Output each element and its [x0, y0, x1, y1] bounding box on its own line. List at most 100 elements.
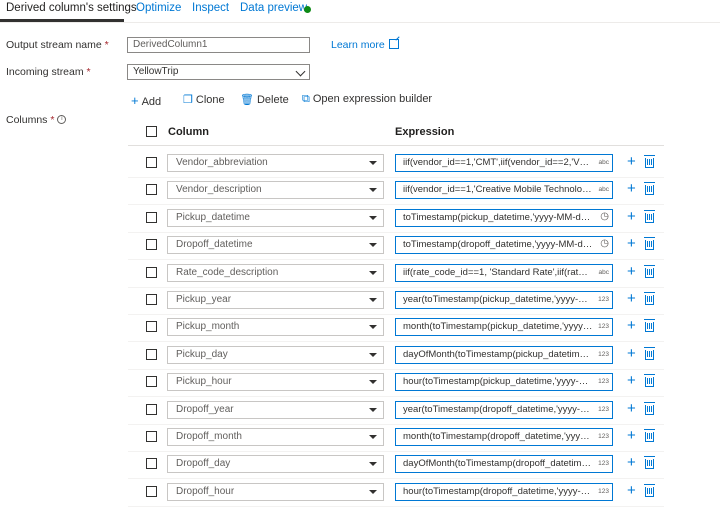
delete-row-icon[interactable]: [644, 429, 655, 442]
delete-row-icon[interactable]: [644, 210, 655, 223]
row-checkbox[interactable]: [146, 431, 157, 442]
type-indicator: 123: [598, 323, 609, 330]
incoming-stream-select[interactable]: YellowTrip: [127, 64, 310, 80]
type-indicator: abc: [598, 186, 609, 193]
delete-row-icon[interactable]: [644, 402, 655, 415]
incoming-stream-label: Incoming stream *: [6, 66, 91, 78]
expression-input[interactable]: iif(vendor_id==1,'CMT',iif(vendor_id==2,…: [395, 154, 613, 172]
column-name-select[interactable]: Rate_code_description: [167, 264, 384, 282]
delete-button[interactable]: 🗑 Delete: [240, 93, 289, 106]
column-name-select[interactable]: Pickup_datetime: [167, 209, 384, 227]
column-name-select[interactable]: Dropoff_datetime: [167, 236, 384, 254]
delete-row-icon[interactable]: [644, 155, 655, 168]
expression-text: month(toTimestamp(dropoff_datetime,'yyyy…: [403, 431, 593, 442]
column-name-select[interactable]: Dropoff_year: [167, 401, 384, 419]
expression-input[interactable]: toTimestamp(pickup_datetime,'yyyy-MM-dd …: [395, 209, 613, 227]
column-name: Dropoff_datetime: [176, 239, 253, 250]
expression-input[interactable]: year(toTimestamp(pickup_datetime,'yyyy-M…: [395, 291, 613, 309]
info-icon[interactable]: i: [57, 115, 67, 124]
open-expression-builder-button[interactable]: ⧉ Open expression builder: [302, 93, 432, 106]
column-name-select[interactable]: Pickup_day: [167, 346, 384, 364]
row-checkbox[interactable]: [146, 404, 157, 415]
chevron-down-icon: [295, 66, 306, 77]
row-divider: [128, 341, 664, 342]
expression-input[interactable]: iif(vendor_id==1,'Creative Mobile Techno…: [395, 181, 613, 199]
expression-input[interactable]: iif(rate_code_id==1, 'Standard Rate',iif…: [395, 264, 613, 282]
row-checkbox[interactable]: [146, 184, 157, 195]
add-row-button[interactable]: +: [627, 236, 636, 251]
add-row-button[interactable]: +: [627, 291, 636, 306]
row-checkbox[interactable]: [146, 239, 157, 250]
column-name-select[interactable]: Pickup_year: [167, 291, 384, 309]
row-checkbox[interactable]: [146, 294, 157, 305]
delete-row-icon[interactable]: [644, 319, 655, 332]
add-row-button[interactable]: +: [627, 209, 636, 224]
row-checkbox[interactable]: [146, 458, 157, 469]
add-row-button[interactable]: +: [627, 264, 636, 279]
select-all-checkbox[interactable]: [146, 126, 157, 137]
expression-input[interactable]: year(toTimestamp(dropoff_datetime,'yyyy-…: [395, 401, 613, 419]
type-indicator: 123: [598, 488, 609, 495]
add-row-button[interactable]: +: [627, 455, 636, 470]
row-checkbox[interactable]: [146, 157, 157, 168]
dropdown-arrow-icon: [369, 380, 377, 384]
row-checkbox[interactable]: [146, 321, 157, 332]
column-name-select[interactable]: Pickup_month: [167, 318, 384, 336]
row-checkbox[interactable]: [146, 267, 157, 278]
delete-row-icon[interactable]: [644, 237, 655, 250]
add-row-button[interactable]: +: [627, 373, 636, 388]
tab-inspect[interactable]: Inspect: [192, 2, 229, 14]
expression-input[interactable]: dayOfMonth(toTimestamp(dropoff_datetime,…: [395, 455, 613, 473]
tab-derived-column-settings[interactable]: Derived column's settings: [6, 2, 137, 14]
delete-row-icon[interactable]: [644, 182, 655, 195]
delete-row-icon[interactable]: [644, 484, 655, 497]
add-row-button[interactable]: +: [627, 318, 636, 333]
add-row-button[interactable]: +: [627, 483, 636, 498]
expression-input[interactable]: hour(toTimestamp(dropoff_datetime,'yyyy-…: [395, 483, 613, 501]
column-name-select[interactable]: Dropoff_month: [167, 428, 384, 446]
column-name: Dropoff_year: [176, 404, 234, 415]
expression-text: year(toTimestamp(dropoff_datetime,'yyyy-…: [403, 404, 593, 415]
row-checkbox[interactable]: [146, 349, 157, 360]
expression-input[interactable]: dayOfMonth(toTimestamp(pickup_datetime,'…: [395, 346, 613, 364]
dropdown-arrow-icon: [369, 408, 377, 412]
delete-row-icon[interactable]: [644, 265, 655, 278]
add-row-button[interactable]: +: [627, 428, 636, 443]
tab-optimize[interactable]: Optimize: [136, 2, 181, 14]
column-name-select[interactable]: Vendor_description: [167, 181, 384, 199]
column-name-select[interactable]: Pickup_hour: [167, 373, 384, 391]
add-row-button[interactable]: +: [627, 346, 636, 361]
row-divider: [128, 232, 664, 233]
row-divider: [128, 177, 664, 178]
expression-text: dayOfMonth(toTimestamp(dropoff_datetime,…: [403, 458, 593, 469]
column-name: Dropoff_month: [176, 431, 242, 442]
learn-more-link[interactable]: Learn more: [331, 39, 399, 51]
column-name-select[interactable]: Dropoff_hour: [167, 483, 384, 501]
tab-data-preview[interactable]: Data preview: [240, 2, 307, 14]
delete-row-icon[interactable]: [644, 347, 655, 360]
add-row-button[interactable]: +: [627, 401, 636, 416]
column-name-select[interactable]: Vendor_abbreviation: [167, 154, 384, 172]
expression-input[interactable]: month(toTimestamp(pickup_datetime,'yyyy-…: [395, 318, 613, 336]
clone-button[interactable]: ❐ Clone: [183, 93, 225, 106]
column-name: Pickup_hour: [176, 376, 232, 387]
output-stream-input[interactable]: DerivedColumn1: [127, 37, 310, 53]
row-checkbox[interactable]: [146, 376, 157, 387]
expression-input[interactable]: month(toTimestamp(dropoff_datetime,'yyyy…: [395, 428, 613, 446]
clone-icon: ❐: [183, 94, 193, 106]
type-indicator: 123: [598, 406, 609, 413]
column-name-select[interactable]: Dropoff_day: [167, 455, 384, 473]
row-checkbox[interactable]: [146, 212, 157, 223]
row-divider: [128, 451, 664, 452]
row-checkbox[interactable]: [146, 486, 157, 497]
delete-row-icon[interactable]: [644, 374, 655, 387]
expression-input[interactable]: toTimestamp(dropoff_datetime,'yyyy-MM-dd…: [395, 236, 613, 254]
delete-row-icon[interactable]: [644, 456, 655, 469]
add-row-button[interactable]: +: [627, 181, 636, 196]
delete-row-icon[interactable]: [644, 292, 655, 305]
open-builder-icon: ⧉: [302, 93, 310, 105]
column-name: Pickup_datetime: [176, 212, 250, 223]
add-button[interactable]: + Add: [131, 93, 161, 108]
add-row-button[interactable]: +: [627, 154, 636, 169]
expression-input[interactable]: hour(toTimestamp(pickup_datetime,'yyyy-M…: [395, 373, 613, 391]
